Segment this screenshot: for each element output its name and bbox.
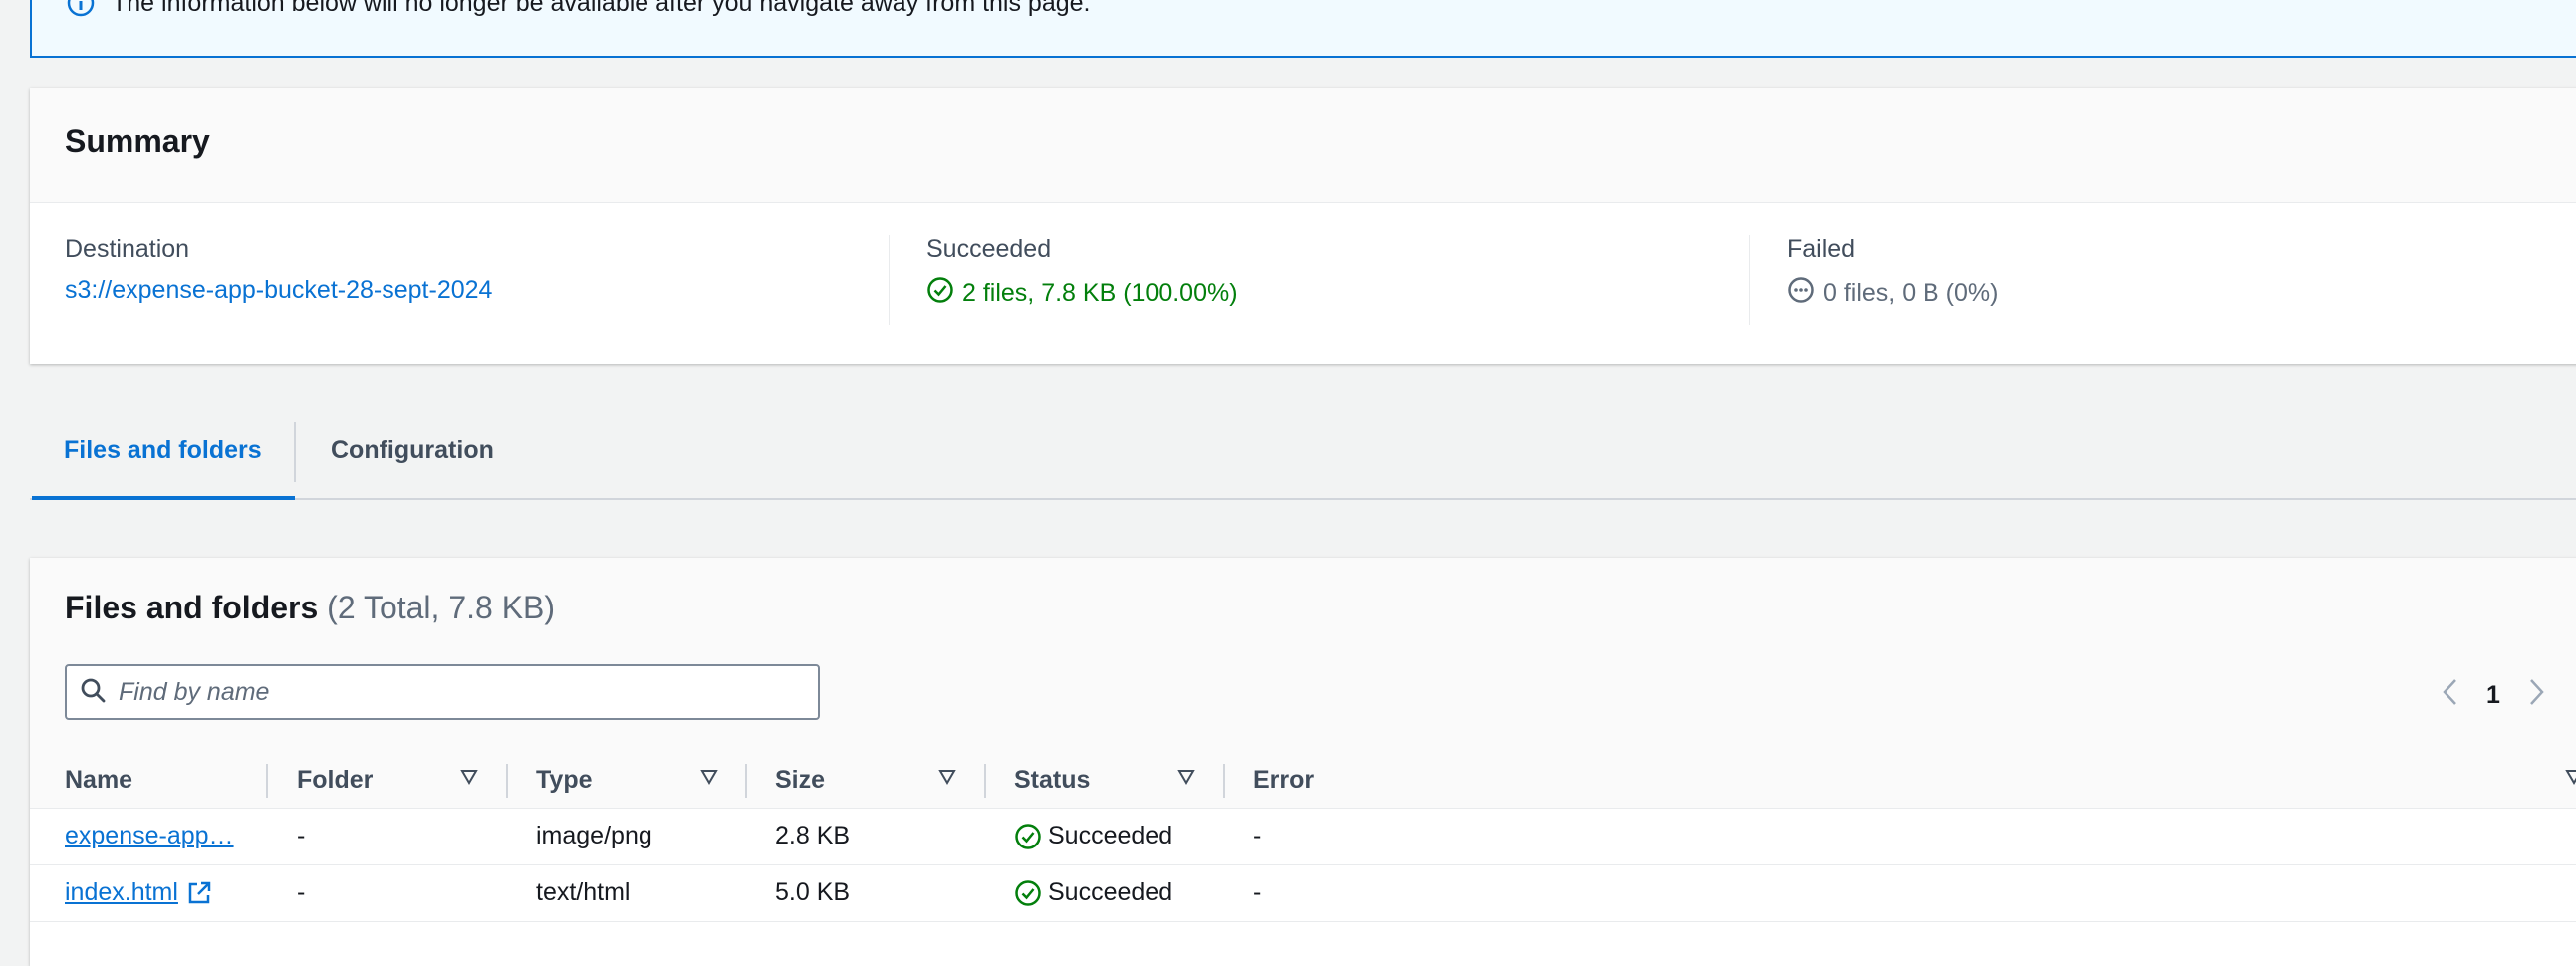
succeeded-label: Succeeded [926,235,1052,263]
tab-divider [294,422,296,482]
column-resizer[interactable] [1223,764,1225,798]
pending-ellipsis-icon [1787,276,1823,311]
tab-configuration[interactable]: Configuration [331,436,494,465]
succeeded-column: Succeeded 2 files, 7.8 KB (100.00%) [926,235,1238,311]
chevron-right-icon[interactable] [2526,677,2546,714]
success-check-icon [1014,879,1042,907]
folder-cell: - [297,878,306,906]
tab-bar: Files and folders Configuration [30,408,2576,500]
failed-value: 0 files, 0 B (0%) [1823,279,1999,307]
sort-caret-icon[interactable] [2565,768,2576,791]
success-check-icon [926,276,962,311]
search-input[interactable] [117,676,778,708]
success-check-icon [1014,823,1042,850]
summary-title: Summary [65,123,210,159]
file-link[interactable]: index.html [65,878,178,907]
destination-link[interactable]: s3://expense-app-bucket-28-sept-2024 [65,276,492,305]
summary-panel: Summary Destination s3://expense-app-buc… [30,88,2576,364]
status-cell: Succeeded [1014,822,1172,850]
table-header: Name Folder Type Size Status Error [30,752,2576,809]
column-resizer[interactable] [745,764,747,798]
column-divider [1749,235,1750,325]
column-header-folder[interactable]: Folder [297,766,373,795]
column-resizer[interactable] [984,764,986,798]
folder-cell: - [297,822,306,849]
column-header-status[interactable]: Status [1014,766,1090,795]
error-cell: - [1253,822,1262,849]
status-cell: Succeeded [1014,878,1172,907]
search-icon [67,676,107,709]
destination-label: Destination [65,235,190,263]
succeeded-value: 2 files, 7.8 KB (100.00%) [962,279,1238,307]
destination-column: Destination s3://expense-app-bucket-28-s… [65,235,492,305]
sort-caret-icon[interactable] [938,768,956,791]
banner-text: The information below will no longer be … [112,0,1091,17]
active-tab-indicator [32,496,295,500]
summary-header: Summary [30,88,2576,203]
sort-caret-icon[interactable] [700,768,718,791]
size-cell: 5.0 KB [775,878,851,906]
file-link[interactable]: expense-app… [65,822,234,850]
external-link-icon[interactable] [186,880,212,906]
table-row: expense-app… - image/png 2.8 KB Succeede… [30,809,2576,865]
search-box[interactable] [65,664,820,720]
status-text: Succeeded [1048,878,1173,906]
info-icon [66,0,96,18]
failed-label: Failed [1787,235,1856,263]
status-text: Succeeded [1048,822,1173,849]
failed-column: Failed 0 files, 0 B (0%) [1787,235,1998,311]
column-header-name[interactable]: Name [65,766,132,795]
column-resizer[interactable] [506,764,508,798]
files-count: (2 Total, 7.8 KB) [327,590,556,625]
column-header-type[interactable]: Type [536,766,593,795]
info-banner: The information below will no longer be … [30,0,2576,58]
error-cell: - [1253,878,1262,906]
column-resizer[interactable] [266,764,268,798]
column-header-error[interactable]: Error [1253,766,1314,795]
size-cell: 2.8 KB [775,822,851,849]
files-title-text: Files and folders [65,590,319,625]
sort-caret-icon[interactable] [1177,768,1195,791]
column-header-size[interactable]: Size [775,766,825,795]
current-page[interactable]: 1 [2486,681,2500,710]
pagination: 1 [2441,677,2546,714]
chevron-left-icon[interactable] [2441,677,2460,714]
files-header: Files and folders (2 Total, 7.8 KB) 1 [30,558,2576,752]
files-title: Files and folders (2 Total, 7.8 KB) [65,590,555,626]
column-divider [889,235,890,325]
sort-caret-icon[interactable] [460,768,478,791]
type-cell: image/png [536,822,652,849]
table-row: index.html - text/html 5.0 KB Succeeded … [30,865,2576,922]
type-cell: text/html [536,878,631,906]
tab-files-and-folders[interactable]: Files and folders [64,436,262,465]
files-panel: Files and folders (2 Total, 7.8 KB) 1 Na… [30,558,2576,966]
